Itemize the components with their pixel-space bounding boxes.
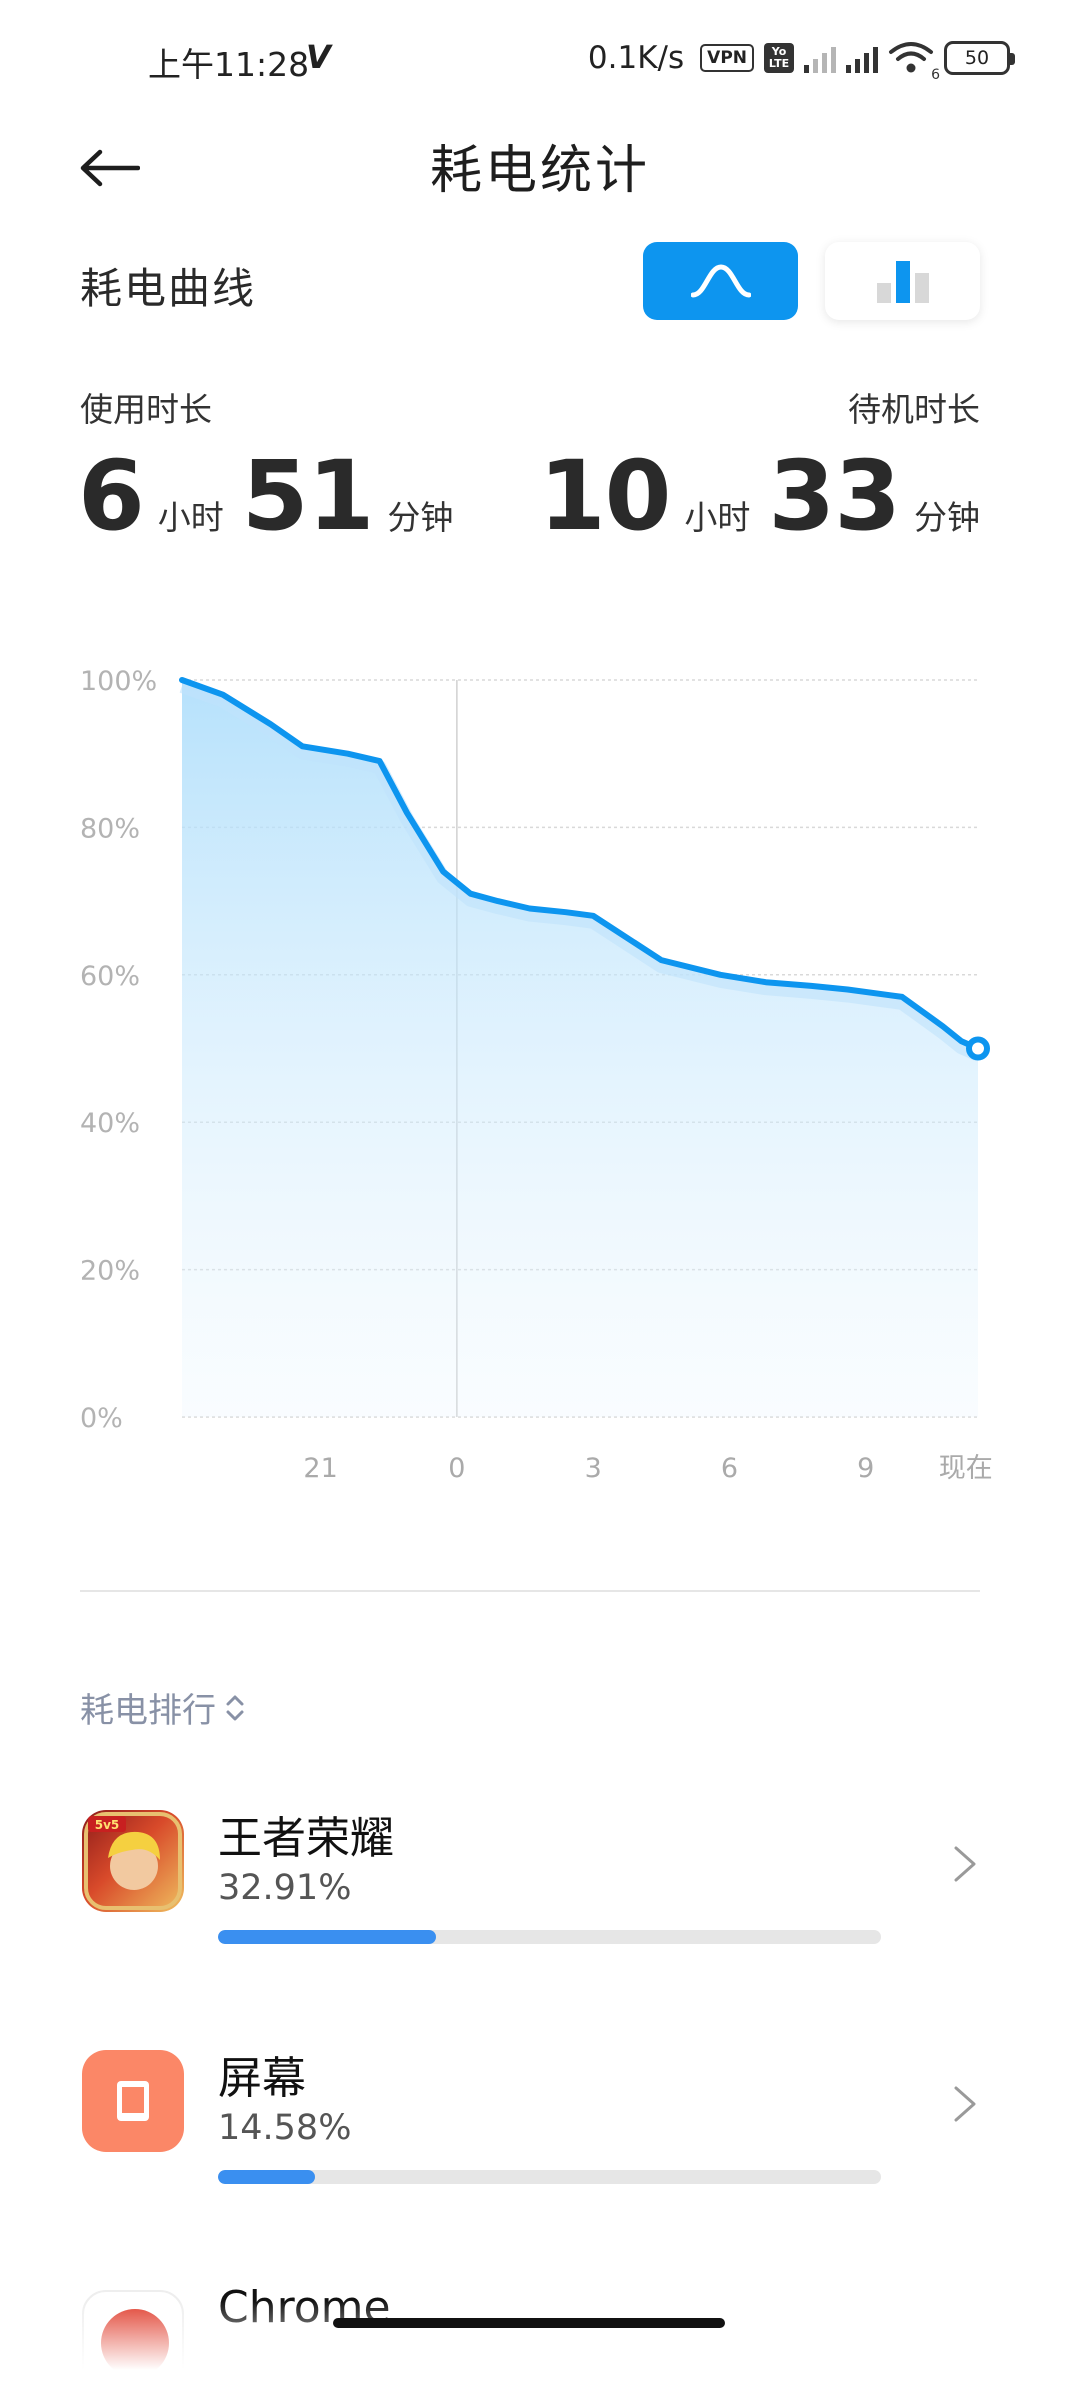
- app-name: 屏幕: [218, 2053, 306, 2104]
- vpn-icon: VPN: [700, 44, 754, 72]
- app-row-screen[interactable]: 屏幕 14.58%: [0, 2050, 1080, 2250]
- app-percent: 14.58%: [218, 2108, 352, 2148]
- standby-minutes: 33: [768, 440, 901, 552]
- status-time: 上午11:28: [148, 45, 310, 84]
- chevron-right-icon: [954, 2086, 976, 2122]
- page-title: 耗电统计: [429, 141, 650, 201]
- x-tick-label: 21: [303, 1453, 337, 1484]
- usage-minutes: 51: [241, 440, 375, 552]
- bar-chart-icon: [876, 261, 929, 303]
- y-tick-label: 20%: [80, 1256, 140, 1287]
- signal-1-icon: [804, 43, 836, 73]
- standby-hours: 10: [538, 440, 672, 552]
- home-indicator[interactable]: [333, 2318, 725, 2328]
- x-tick-label: 6: [721, 1453, 738, 1484]
- usage-minute-unit: 分钟: [387, 498, 454, 537]
- y-tick-label: 100%: [80, 666, 157, 697]
- battery-icon: 50: [944, 41, 1015, 75]
- wifi-sub: 6: [931, 67, 940, 83]
- x-tick-label: 9: [857, 1453, 874, 1484]
- curve-icon: [690, 264, 751, 298]
- curve-mode-button[interactable]: [643, 242, 798, 320]
- status-icons: 0.1K/s VPN Yo LTE 6 50: [587, 36, 1015, 83]
- screen-icon: [82, 2050, 184, 2152]
- ranking-title: 耗电排行: [80, 1691, 216, 1731]
- volte-icon: Yo LTE: [764, 43, 794, 73]
- bar-mode-button[interactable]: [825, 242, 980, 320]
- battery-level: 50: [964, 47, 990, 69]
- app-usage-bar: [218, 1930, 881, 1944]
- divider: [80, 1590, 980, 1592]
- y-tick-label: 0%: [80, 1403, 123, 1434]
- app-row-wangzhe[interactable]: 5v5 王者荣耀 32.91%: [0, 1810, 1080, 2010]
- sort-updown-icon: [226, 1695, 244, 1720]
- bottom-fade: [0, 2300, 1080, 2400]
- usage-duration-value: 6 小时 51 分钟: [78, 440, 453, 552]
- carrier-icon: V: [306, 38, 331, 76]
- wifi-icon: 6: [888, 41, 940, 83]
- signal-2-icon: [846, 43, 878, 73]
- current-level-point: [966, 1036, 990, 1061]
- x-tick-label: 3: [585, 1453, 602, 1484]
- app-usage-bar: [218, 2170, 881, 2184]
- app-name: 王者荣耀: [218, 1813, 394, 1864]
- y-tick-label: 80%: [80, 813, 140, 844]
- usage-duration-label: 使用时长: [80, 390, 212, 429]
- y-tick-label: 40%: [80, 1108, 140, 1139]
- svg-text:5v5: 5v5: [95, 1818, 120, 1832]
- standby-duration-label: 待机时长: [848, 390, 980, 429]
- standby-hour-unit: 小时: [684, 498, 751, 537]
- chevron-right-icon: [954, 1846, 976, 1882]
- app-usage-bar-fill: [218, 1930, 437, 1944]
- x-tick-label: 0: [448, 1453, 465, 1484]
- app-usage-bar-fill: [218, 2170, 315, 2184]
- usage-hour-unit: 小时: [157, 498, 224, 537]
- x-tick-label: 现在: [939, 1453, 993, 1484]
- usage-hours: 6: [78, 440, 145, 552]
- battery-area: [182, 680, 978, 1417]
- battery-curve-chart: 100% 80% 60% 40% 20% 0% 21 0 3 6 9 现在: [80, 666, 993, 1484]
- status-bar: 上午11:28 V 0.1K/s VPN Yo LTE 6 50: [0, 0, 1080, 110]
- network-speed: 0.1K/s: [587, 40, 685, 76]
- ranking-sort-button[interactable]: 耗电排行: [80, 1683, 246, 1732]
- standby-duration-value: 10 小时 33 分钟: [539, 440, 980, 552]
- y-tick-label: 60%: [80, 961, 140, 992]
- section-title: 耗电曲线: [80, 264, 257, 313]
- app-percent: 32.91%: [218, 1868, 352, 1908]
- volte-bottom: LTE: [768, 57, 790, 70]
- standby-minute-unit: 分钟: [914, 498, 980, 537]
- game-avatar-icon: 5v5: [82, 1810, 184, 1912]
